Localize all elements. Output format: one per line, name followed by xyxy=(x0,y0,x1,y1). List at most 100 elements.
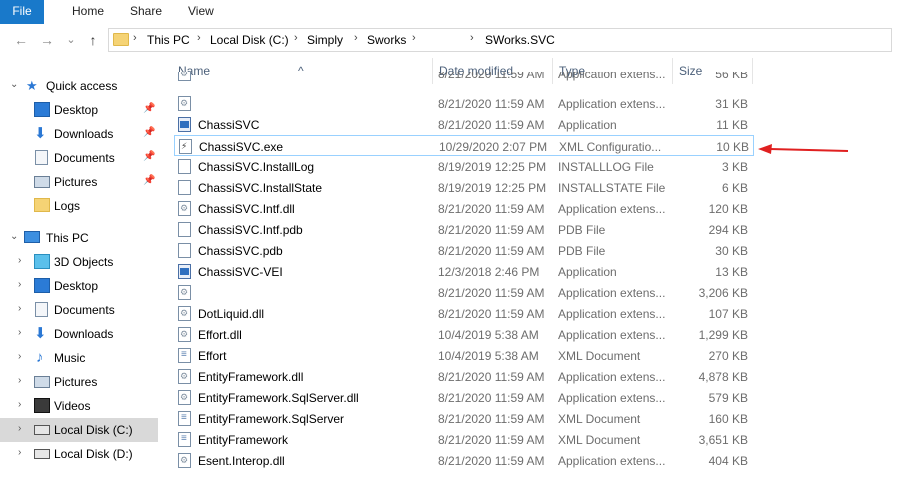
file-type: XML Document xyxy=(558,412,641,426)
file-row[interactable]: 8/21/2020 11:59 AM Application extens... 3… xyxy=(174,93,754,114)
documents-icon xyxy=(35,150,48,165)
sidebar-item-documents-pc[interactable]: › Documents xyxy=(0,298,158,322)
file-date: 8/21/2020 11:59 AM xyxy=(438,433,545,447)
file-row[interactable]: EntityFramework.SqlServer 8/21/2020 11:59… xyxy=(174,408,754,429)
tab-file[interactable]: File xyxy=(0,0,44,24)
breadcrumb-sworks[interactable]: Sworks xyxy=(367,33,406,47)
tab-share[interactable]: Share xyxy=(120,0,172,24)
sidebar-item-desktop[interactable]: Desktop 📌 xyxy=(0,98,158,122)
dll-file-icon xyxy=(178,201,191,216)
chevron-right-icon[interactable]: › xyxy=(18,375,21,386)
back-button[interactable]: ← xyxy=(12,30,30,50)
file-row[interactable]: EntityFramework.dll 8/21/2020 11:59 AM App… xyxy=(174,366,754,387)
sidebar-item-videos[interactable]: › Videos xyxy=(0,394,158,418)
sidebar-item-logs[interactable]: Logs xyxy=(0,194,158,218)
file-row[interactable]: ChassiSVC.pdb 8/21/2020 11:59 AM PDB File 3… xyxy=(174,240,754,261)
sidebar-item-documents[interactable]: Documents 📌 xyxy=(0,146,158,170)
xml-file-icon xyxy=(178,411,191,426)
file-row[interactable]: ChassiSVC-VEI 12/3/2018 2:46 PM Applicatio… xyxy=(174,261,754,282)
file-size: 3 KB xyxy=(721,160,748,174)
music-icon: ♪ xyxy=(36,349,44,366)
file-row[interactable]: ChassiSVC.InstallState 8/19/2019 12:25 PM… xyxy=(174,177,754,198)
pictures-icon xyxy=(34,176,50,188)
forward-button[interactable]: → xyxy=(38,30,56,50)
dll-file-icon xyxy=(178,369,191,384)
file-size: 1,299 KB xyxy=(698,328,748,342)
xml-file-icon xyxy=(178,432,191,447)
star-icon: ★ xyxy=(26,78,38,93)
sidebar-quick-access[interactable]: ⌄ ★ Quick access xyxy=(0,74,158,98)
sidebar-item-label: Documents xyxy=(54,303,115,317)
pin-icon: 📌 xyxy=(143,175,156,186)
file-size: 4,878 KB xyxy=(698,370,748,384)
file-size: 579 KB xyxy=(708,391,748,405)
sidebar-item-pictures-pc[interactable]: › Pictures xyxy=(0,370,158,394)
sidebar-item-local-disk-d[interactable]: › Local Disk (D:) xyxy=(0,442,158,466)
chevron-right-icon[interactable]: › xyxy=(18,351,21,362)
file-date: 10/4/2019 5:38 AM xyxy=(438,349,539,363)
file-date: 8/21/2020 11:59 AM xyxy=(438,97,545,111)
sidebar-item-downloads-pc[interactable]: › ⬇ Downloads xyxy=(0,322,158,346)
application-icon xyxy=(178,117,191,132)
file-row[interactable]: EntityFramework 8/21/2020 11:59 AM XML Doc… xyxy=(174,429,754,450)
sidebar-item-label: Videos xyxy=(54,399,91,413)
desktop-icon xyxy=(34,278,50,293)
breadcrumb-sworks-svc[interactable]: SWorks.SVC xyxy=(485,33,555,47)
config-file-icon xyxy=(179,139,192,154)
sidebar-item-label: Desktop xyxy=(54,103,99,117)
chevron-right-icon: › xyxy=(412,32,416,44)
address-bar[interactable]: › This PC › Local Disk (C:) › Simply › S… xyxy=(108,28,892,52)
chevron-right-icon[interactable]: › xyxy=(18,327,21,338)
file-row[interactable]: EntityFramework.SqlServer.dll 8/21/2020 1… xyxy=(174,387,754,408)
chevron-right-icon[interactable]: › xyxy=(18,399,21,410)
sidebar-this-pc[interactable]: ⌄ This PC xyxy=(0,226,158,250)
chevron-right-icon[interactable]: › xyxy=(18,447,21,458)
file-row[interactable]: 8/21/2020 11:59 AM Application extens... 5… xyxy=(174,72,754,84)
sidebar-item-downloads[interactable]: ⬇ Downloads 📌 xyxy=(0,122,158,146)
downloads-icon: ⬇ xyxy=(34,325,47,342)
collapse-icon[interactable]: ⌄ xyxy=(10,79,18,90)
file-date: 12/3/2018 2:46 PM xyxy=(438,265,540,279)
file-type: PDB File xyxy=(558,244,606,258)
file-row[interactable]: 8/21/2020 11:59 AM Application extens... 3… xyxy=(174,282,754,303)
file-type: Application extens... xyxy=(558,391,666,405)
file-row[interactable]: ChassiSVC 8/21/2020 11:59 AM Application 11… xyxy=(174,114,754,135)
file-type: INSTALLSTATE File xyxy=(558,181,666,195)
breadcrumb-this-pc[interactable]: This PC xyxy=(147,33,190,47)
file-date: 8/21/2020 11:59 AM xyxy=(438,307,545,321)
chevron-right-icon[interactable]: › xyxy=(18,279,21,290)
chevron-right-icon[interactable]: › xyxy=(18,423,21,434)
breadcrumb-simply[interactable]: Simply xyxy=(307,33,343,47)
file-row[interactable]: ChassiSVC.Intf.pdb 8/21/2020 11:59 AM PDB … xyxy=(174,219,754,240)
file-type: XML Configuratio... xyxy=(559,140,662,154)
desktop-icon xyxy=(34,102,50,117)
up-button[interactable]: ↑ xyxy=(84,30,102,50)
file-name: ChassiSVC.pdb xyxy=(198,244,283,258)
file-row[interactable]: Effort.dll 10/4/2019 5:38 AM Application e… xyxy=(174,324,754,345)
file-size: 294 KB xyxy=(708,223,748,237)
recent-locations-button[interactable]: ⌄ xyxy=(62,30,80,50)
collapse-icon[interactable]: ⌄ xyxy=(10,231,18,242)
breadcrumb-local-disk[interactable]: Local Disk (C:) xyxy=(210,33,289,47)
file-row[interactable]: Effort 10/4/2019 5:38 AM XML Document 270 K… xyxy=(174,345,754,366)
file-date: 8/21/2020 11:59 AM xyxy=(438,118,545,132)
file-name: ChassiSVC.Intf.dll xyxy=(198,202,295,216)
file-row[interactable]: DotLiquid.dll 8/21/2020 11:59 AM Applicati… xyxy=(174,303,754,324)
file-name: EntityFramework xyxy=(198,433,289,447)
sidebar-item-music[interactable]: › ♪ Music xyxy=(0,346,158,370)
file-row[interactable]: Esent.Interop.dll 8/21/2020 11:59 AM Appli… xyxy=(174,450,754,471)
dll-file-icon xyxy=(178,285,191,300)
sidebar-item-3d-objects[interactable]: › 3D Objects xyxy=(0,250,158,274)
sidebar-item-label: Pictures xyxy=(54,175,98,189)
chevron-right-icon[interactable]: › xyxy=(18,255,21,266)
file-row[interactable]: ChassiSVC.exe 10/29/2020 2:07 PM XML Confi… xyxy=(174,135,754,156)
tab-home[interactable]: Home xyxy=(62,0,114,24)
sidebar-item-pictures[interactable]: Pictures 📌 xyxy=(0,170,158,194)
tab-view[interactable]: View xyxy=(178,0,224,24)
sidebar-item-desktop-pc[interactable]: › Desktop xyxy=(0,274,158,298)
file-row[interactable]: ChassiSVC.Intf.dll 8/21/2020 11:59 AM Appl… xyxy=(174,198,754,219)
documents-icon xyxy=(35,302,48,317)
chevron-right-icon[interactable]: › xyxy=(18,303,21,314)
sidebar-item-local-disk-c[interactable]: › Local Disk (C:) xyxy=(0,418,158,442)
file-row[interactable]: ChassiSVC.InstallLog 8/19/2019 12:25 PM IN… xyxy=(174,156,754,177)
